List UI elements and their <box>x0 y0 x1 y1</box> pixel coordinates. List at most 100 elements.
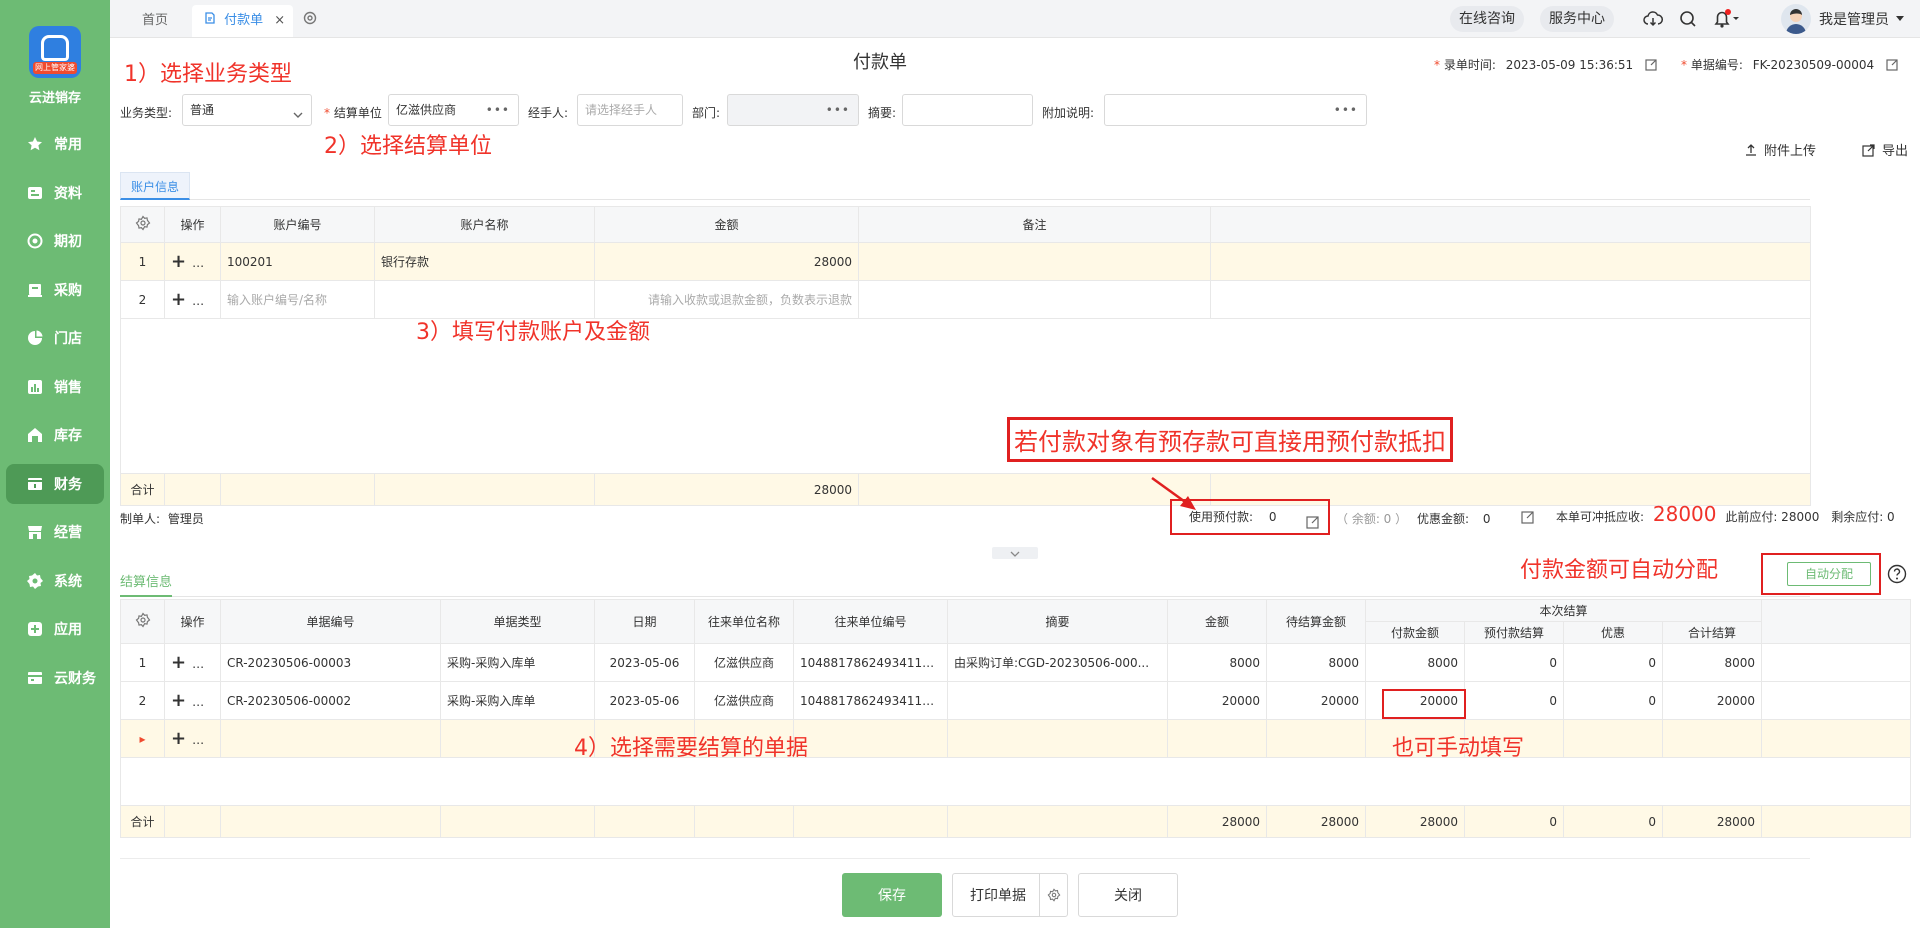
handler-field[interactable]: 请选择经手人 <box>577 94 683 126</box>
tab-home[interactable]: 首页 <box>130 5 180 37</box>
account-amount-input[interactable]: 请输入收款或退款金额，负数表示退款 <box>594 280 859 319</box>
bell-icon[interactable] <box>1712 9 1742 33</box>
offset-label: 本单可冲抵应收: <box>1556 510 1645 524</box>
annotation-step3: 3）填写付款账户及金额 <box>416 320 650 345</box>
purchase-icon <box>26 281 44 299</box>
sidebar-item-store[interactable]: 门店 <box>6 318 104 358</box>
entry-time-label: 录单时间: <box>1443 58 1496 72</box>
more-dots-icon[interactable]: ••• <box>1334 95 1358 125</box>
account-note[interactable] <box>858 242 1211 281</box>
offset: 本单可冲抵应收: 28000 此前应付: 28000 剩余应付: 0 <box>1556 502 1895 526</box>
table-row[interactable]: 2 + − CR-20230506-00002 采购-采购入库单 2023-05… <box>120 681 1912 720</box>
service-center-button[interactable]: 服务中心 <box>1540 6 1614 32</box>
more-dots-icon[interactable]: ••• <box>826 95 850 125</box>
column-settings[interactable] <box>120 599 165 644</box>
target-icon <box>26 232 44 250</box>
sidebar-item-opening[interactable]: 期初 <box>6 221 104 261</box>
sidebar-item-apps[interactable]: 应用 <box>6 609 104 649</box>
note-field[interactable]: ••• <box>1104 94 1367 126</box>
sidebar: 网上管家婆 云进销存 常用 资料 期初 采购 门店 销售 库存 财务 经营 系统… <box>0 0 110 928</box>
help-icon[interactable] <box>1887 564 1907 588</box>
prepay-value[interactable]: 0 <box>1269 510 1277 524</box>
handler-label: 经手人: <box>528 106 569 120</box>
search-icon[interactable] <box>1678 9 1698 33</box>
footer-divider <box>120 858 1810 859</box>
print-settings-icon[interactable] <box>1039 874 1067 916</box>
edit-icon[interactable] <box>1306 509 1320 541</box>
column-settings[interactable] <box>120 206 165 243</box>
table-row[interactable]: 1 + − CR-20230506-00003 采购-采购入库单 2023-05… <box>120 643 1912 682</box>
edit-icon[interactable] <box>1886 58 1899 74</box>
edit-icon[interactable] <box>1645 58 1658 74</box>
column-header: 摘要 <box>947 599 1168 644</box>
prepay-settle[interactable]: 0 <box>1464 643 1564 682</box>
sidebar-item-label: 经营 <box>54 525 82 541</box>
upload-attachment-button[interactable]: 附件上传 <box>1744 140 1816 159</box>
close-tab-icon[interactable]: × <box>274 5 285 37</box>
sidebar-item-purchase[interactable]: 采购 <box>6 270 104 310</box>
chevron-down-icon <box>291 103 305 133</box>
sidebar-item-operation[interactable]: 经营 <box>6 512 104 552</box>
row-ops[interactable]: + − <box>164 242 221 281</box>
row-ops[interactable]: + − <box>164 280 221 319</box>
amount: 8000 <box>1167 643 1267 682</box>
close-button[interactable]: 关闭 <box>1078 873 1178 917</box>
discount[interactable]: 0 <box>1563 681 1663 720</box>
discount: 优惠金额: 0 <box>1417 510 1491 527</box>
sidebar-item-finance[interactable]: 财务 <box>6 463 104 504</box>
row-marker-icon: ▸ <box>120 719 165 758</box>
tab-account-info[interactable]: 账户信息 <box>120 172 191 200</box>
partner-no: 1048817862493411246 <box>793 643 948 682</box>
cloud-download-icon[interactable] <box>1643 9 1663 33</box>
settle-unit-field[interactable]: 亿滋供应商 ••• <box>388 94 519 126</box>
prepay-settle[interactable]: 0 <box>1464 681 1564 720</box>
row-index: 1 <box>120 643 165 682</box>
sidebar-item-inventory[interactable]: 库存 <box>6 415 104 455</box>
sidebar-item-sales[interactable]: 销售 <box>6 367 104 407</box>
app-logo[interactable]: 网上管家婆 <box>29 26 81 78</box>
online-consult-button[interactable]: 在线咨询 <box>1450 6 1524 32</box>
sidebar-item-cloud-finance[interactable]: 云财务 <box>6 658 104 698</box>
chart-icon <box>26 378 44 396</box>
dept-field[interactable]: ••• <box>727 94 859 126</box>
settle-unit-label: * 结算单位 <box>324 106 382 120</box>
table-row[interactable]: 2 + − 输入账户编号/名称 请输入收款或退款金额，负数表示退款 <box>120 280 1811 319</box>
table-row-new[interactable]: ▸ + − <box>120 719 1912 758</box>
sidebar-item-common[interactable]: 常用 <box>6 124 104 164</box>
account-note[interactable] <box>858 280 1211 319</box>
biz-type-select[interactable]: 普通 <box>182 94 312 126</box>
tab-payment[interactable]: 付款单 × <box>192 5 294 37</box>
tab-settle-info[interactable]: 结算信息 <box>120 569 173 597</box>
memo <box>947 681 1168 720</box>
row-ops[interactable]: + − <box>164 719 221 758</box>
gear-icon <box>26 572 44 590</box>
avatar <box>1781 4 1811 34</box>
discount[interactable]: 0 <box>1563 643 1663 682</box>
discount-value[interactable]: 0 <box>1483 512 1491 526</box>
account-code[interactable]: 100201 <box>220 242 375 281</box>
page-title: 付款单 <box>853 52 907 73</box>
maker-label: 制单人: <box>120 512 161 526</box>
row-ops[interactable]: + − <box>164 643 221 682</box>
more-dots-icon[interactable]: ••• <box>486 95 510 125</box>
tab-settings-icon[interactable] <box>302 10 318 30</box>
edit-icon[interactable] <box>1521 510 1535 528</box>
save-button[interactable]: 保存 <box>842 873 942 917</box>
pay-amount[interactable]: 8000 <box>1365 643 1465 682</box>
print-button[interactable]: 打印单据 <box>952 873 1068 917</box>
table-row[interactable]: 1 + − 100201 银行存款 28000 <box>120 242 1811 281</box>
user-menu[interactable]: 我是管理员 <box>1781 4 1905 34</box>
column-header: 待结算金额 <box>1266 599 1366 644</box>
export-button[interactable]: 导出 <box>1862 140 1908 159</box>
auto-allocate-button[interactable]: 自动分配 <box>1787 562 1871 586</box>
total-amount: 28000 <box>1167 805 1267 838</box>
sidebar-item-system[interactable]: 系统 <box>6 561 104 601</box>
row-ops[interactable]: + − <box>164 681 221 720</box>
sidebar-item-label: 系统 <box>54 573 82 590</box>
summary-input[interactable] <box>902 94 1033 126</box>
account-amount[interactable]: 28000 <box>594 242 859 281</box>
account-code-input[interactable]: 输入账户编号/名称 <box>220 280 375 319</box>
sidebar-item-data[interactable]: 资料 <box>6 173 104 213</box>
sidebar-item-label: 采购 <box>54 282 82 299</box>
collapse-toggle[interactable] <box>992 547 1038 559</box>
